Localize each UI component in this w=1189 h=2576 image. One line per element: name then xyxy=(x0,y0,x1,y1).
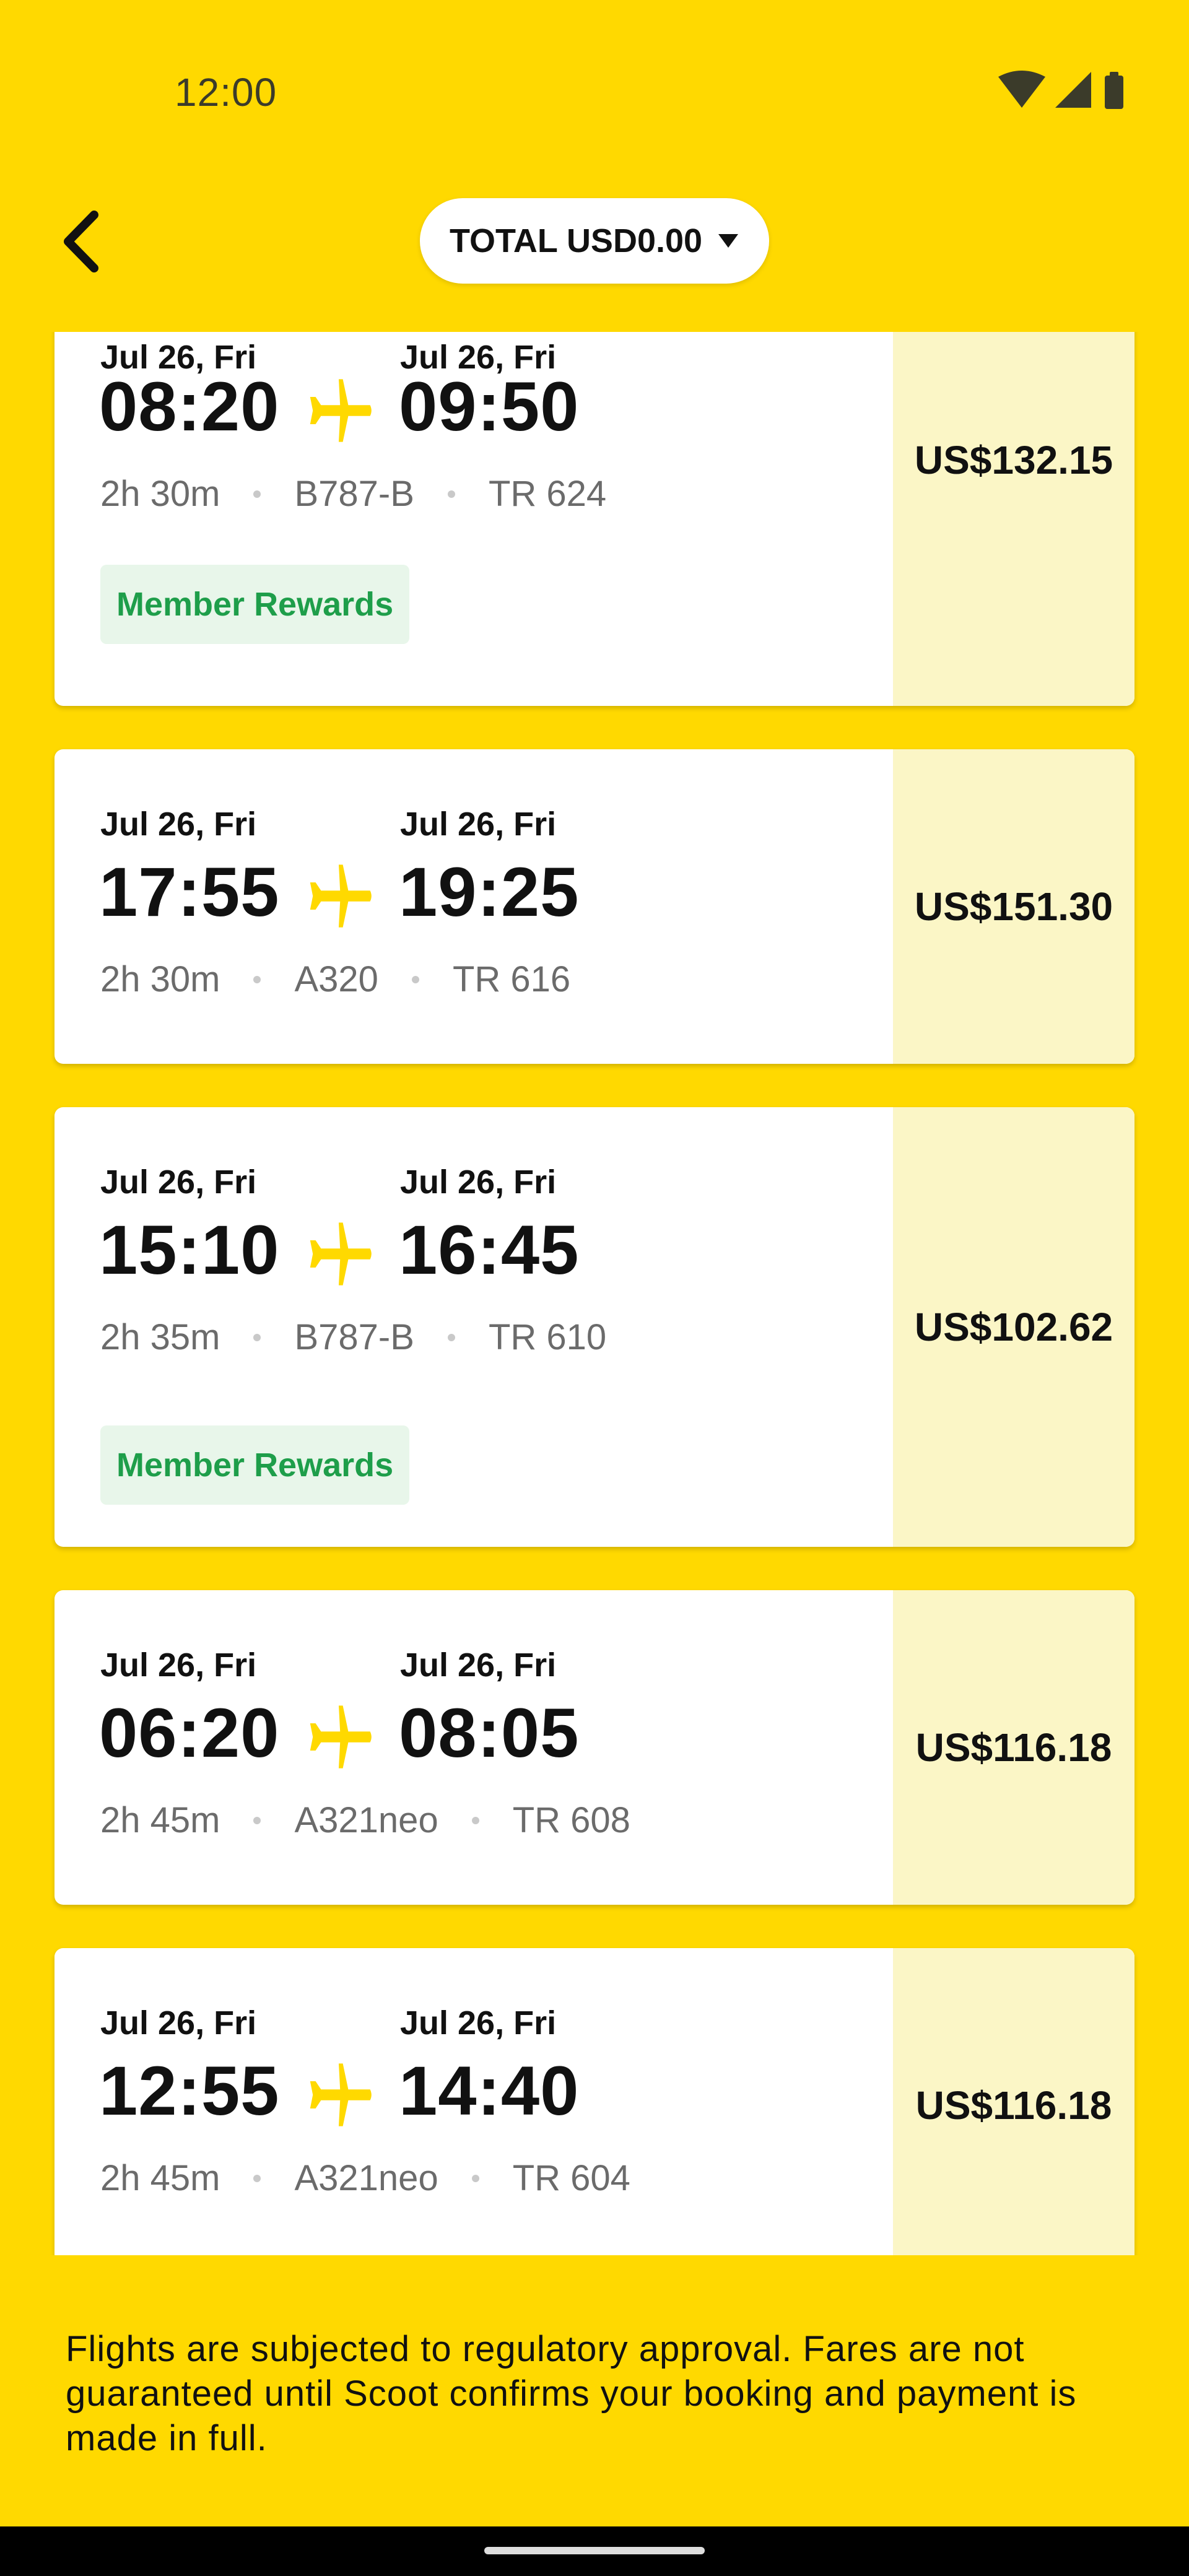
flight-duration: 2h 35m xyxy=(100,1317,220,1357)
battery-icon xyxy=(1105,72,1123,109)
status-icons xyxy=(998,69,1135,113)
airplane-icon xyxy=(310,1705,372,1769)
price-panel[interactable]: US$132.15 xyxy=(893,332,1135,706)
price-panel[interactable]: US$151.30 xyxy=(893,749,1135,1064)
flight-number: TR 624 xyxy=(488,474,607,514)
aircraft-type: A321neo xyxy=(294,1800,438,1840)
flight-meta: 2h 30m B787-B TR 624 xyxy=(100,473,606,515)
aircraft-type: B787-B xyxy=(294,1317,414,1357)
flight-meta: 2h 45m A321neo TR 608 xyxy=(100,1799,630,1841)
arrive-date: Jul 26, Fri xyxy=(400,1164,557,1201)
arrive-time: 16:45 xyxy=(399,1211,580,1289)
price-panel[interactable]: US$116.18 xyxy=(893,1590,1135,1905)
airplane-icon xyxy=(310,379,372,442)
depart-time: 08:20 xyxy=(99,368,280,445)
flight-card[interactable]: Jul 26, Fri Jul 26, Fri 12:55 14:40 2h 4… xyxy=(54,1948,1135,2255)
arrive-time: 09:50 xyxy=(399,368,580,445)
chevron-left-icon xyxy=(64,211,98,272)
flight-card[interactable]: Jul 26, Fri Jul 26, Fri 08:20 09:50 2h 3… xyxy=(54,332,1135,706)
separator-dot xyxy=(447,1333,455,1341)
price-panel[interactable]: US$102.62 xyxy=(893,1107,1135,1547)
separator-dot xyxy=(471,1816,479,1824)
flight-number: TR 608 xyxy=(512,1800,630,1840)
arrive-date: Jul 26, Fri xyxy=(400,806,557,843)
flight-duration: 2h 30m xyxy=(100,474,220,514)
depart-date: Jul 26, Fri xyxy=(100,1164,257,1201)
flight-duration: 2h 30m xyxy=(100,959,220,999)
separator-dot xyxy=(447,490,455,498)
depart-time: 17:55 xyxy=(99,853,280,931)
depart-date: Jul 26, Fri xyxy=(100,806,257,843)
flight-meta: 2h 35m B787-B TR 610 xyxy=(100,1316,606,1358)
member-rewards-badge: Member Rewards xyxy=(100,565,410,644)
aircraft-type: A320 xyxy=(294,959,378,999)
fare-price: US$151.30 xyxy=(914,884,1113,929)
depart-date: Jul 26, Fri xyxy=(100,2004,257,2042)
fare-price: US$116.18 xyxy=(915,2083,1112,2128)
member-rewards-badge: Member Rewards xyxy=(100,1425,410,1505)
airplane-icon xyxy=(310,864,372,928)
wifi-icon xyxy=(998,71,1045,108)
arrive-time: 19:25 xyxy=(399,853,580,931)
flight-list[interactable]: Jul 26, Fri Jul 26, Fri 08:20 09:50 2h 3… xyxy=(0,332,1189,2255)
separator-dot xyxy=(253,490,261,498)
caret-down-icon xyxy=(718,234,739,248)
flight-meta: 2h 30m A320 TR 616 xyxy=(100,959,570,1000)
airplane-icon xyxy=(310,2063,372,2126)
separator-dot xyxy=(411,975,419,983)
flight-card[interactable]: Jul 26, Fri Jul 26, Fri 15:10 16:45 2h 3… xyxy=(54,1107,1135,1547)
depart-time: 06:20 xyxy=(99,1694,280,1772)
separator-dot xyxy=(253,1816,261,1824)
aircraft-type: B787-B xyxy=(294,474,414,514)
flight-number: TR 604 xyxy=(512,2158,630,2198)
depart-time: 15:10 xyxy=(99,1211,280,1289)
flight-duration: 2h 45m xyxy=(100,1800,220,1840)
flight-number: TR 616 xyxy=(452,959,571,999)
status-time: 12:00 xyxy=(175,70,277,115)
airplane-icon xyxy=(310,1222,372,1286)
aircraft-type: A321neo xyxy=(294,2158,438,2198)
status-bar: 12:00 xyxy=(0,0,1189,186)
separator-dot xyxy=(471,2174,479,2182)
flight-card[interactable]: Jul 26, Fri Jul 26, Fri 06:20 08:05 2h 4… xyxy=(54,1590,1135,1905)
arrive-time: 14:40 xyxy=(399,2052,580,2130)
depart-time: 12:55 xyxy=(99,2052,280,2130)
arrive-time: 08:05 xyxy=(399,1694,580,1772)
separator-dot xyxy=(253,1333,261,1341)
fare-price: US$102.62 xyxy=(914,1305,1113,1349)
depart-date: Jul 26, Fri xyxy=(100,1647,257,1684)
separator-dot xyxy=(253,2174,261,2182)
fare-price: US$116.18 xyxy=(915,1725,1112,1770)
arrive-date: Jul 26, Fri xyxy=(400,2004,557,2042)
price-panel[interactable]: US$116.18 xyxy=(893,1948,1135,2255)
back-button[interactable] xyxy=(43,198,118,285)
separator-dot xyxy=(253,975,261,983)
flight-duration: 2h 45m xyxy=(100,2158,220,2198)
flight-meta: 2h 45m A321neo TR 604 xyxy=(100,2157,630,2199)
total-price-dropdown[interactable]: TOTAL USD0.00 xyxy=(420,198,769,284)
total-price-label: TOTAL USD0.00 xyxy=(449,222,703,259)
flight-card[interactable]: Jul 26, Fri Jul 26, Fri 17:55 19:25 2h 3… xyxy=(54,749,1135,1064)
cellular-signal-icon xyxy=(1055,72,1091,108)
home-indicator[interactable] xyxy=(484,2547,705,2554)
flight-number: TR 610 xyxy=(488,1317,607,1357)
arrive-date: Jul 26, Fri xyxy=(400,1647,557,1684)
fare-price: US$132.15 xyxy=(914,438,1113,482)
fare-disclaimer: Flights are subjected to regulatory appr… xyxy=(66,2329,1077,2458)
